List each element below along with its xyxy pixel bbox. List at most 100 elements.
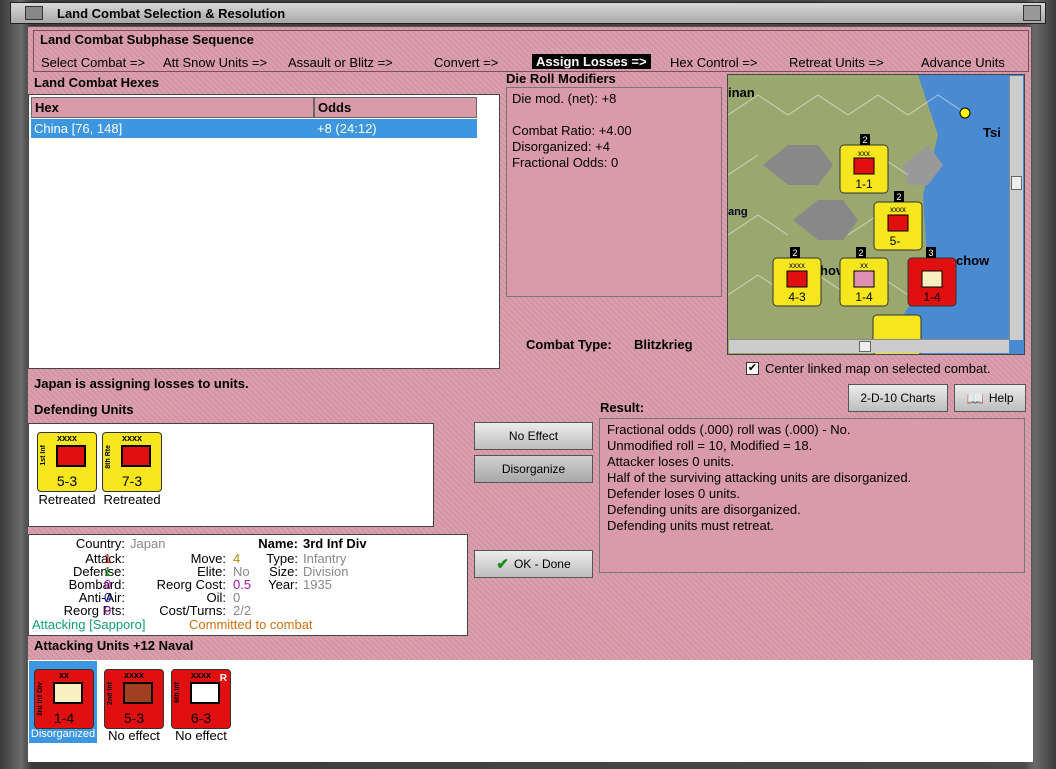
info-value: 0 bbox=[104, 603, 112, 618]
svg-text:1-4: 1-4 bbox=[855, 290, 873, 304]
defending-units-panel: 1st Inf xxxx 5-3 Retreated 8th Rte xxxx … bbox=[28, 423, 434, 527]
unit-status: Retreated bbox=[103, 492, 161, 507]
infantry-icon bbox=[121, 445, 151, 467]
disorganize-button[interactable]: Disorganize bbox=[474, 455, 593, 483]
svg-text:2: 2 bbox=[896, 192, 901, 202]
svg-text:2: 2 bbox=[858, 248, 863, 258]
checkmark-icon: ✔ bbox=[496, 556, 509, 573]
map-vertical-scrollbar[interactable] bbox=[1009, 76, 1023, 340]
drm-line: Disorganized: +4 bbox=[512, 139, 610, 154]
svg-text:3: 3 bbox=[928, 248, 933, 258]
result-line: Attacker loses 0 units. bbox=[607, 454, 735, 469]
help-button[interactable]: 📖 Help bbox=[954, 384, 1026, 412]
svg-text:xx: xx bbox=[860, 261, 868, 270]
unit-status: Disorganized bbox=[30, 728, 96, 740]
svg-text:xxx: xxx bbox=[858, 149, 870, 158]
svg-text:2: 2 bbox=[862, 135, 867, 145]
attacking-status: Attacking [Sapporo] bbox=[32, 617, 146, 632]
step-hex-control: Hex Control => bbox=[670, 55, 758, 70]
step-assign-losses: Assign Losses => bbox=[532, 54, 651, 69]
svg-text:xxxx: xxxx bbox=[789, 261, 805, 270]
attacking-unit-counter[interactable]: 6th Inf xxxx R 6-3 bbox=[171, 669, 231, 729]
combat-type-label: Combat Type: bbox=[526, 337, 612, 352]
info-value: 3rd Inf Div bbox=[303, 536, 367, 551]
info-label: Cost/Turns: bbox=[159, 603, 226, 618]
committed-status: Committed to combat bbox=[189, 617, 313, 632]
svg-text:5-: 5- bbox=[890, 234, 901, 248]
column-header-odds[interactable]: Odds bbox=[314, 97, 477, 118]
step-assault-or-blitz: Assault or Blitz => bbox=[288, 55, 393, 70]
infantry-icon bbox=[123, 682, 153, 704]
charts-button[interactable]: 2-D-10 Charts bbox=[848, 384, 948, 412]
result-line: Defending units are disorganized. bbox=[607, 502, 801, 517]
attacking-label: Attacking Units +12 Naval bbox=[34, 638, 194, 653]
info-value: 1935 bbox=[303, 577, 332, 592]
step-select-combat: Select Combat => bbox=[41, 55, 146, 70]
info-label: Name: bbox=[258, 536, 298, 551]
info-value: 2/2 bbox=[233, 603, 252, 618]
unit-info-panel: Country: Japan Attack: 1 Defense: 1 Bomb… bbox=[28, 534, 468, 636]
ok-done-button[interactable]: ✔ OK - Done bbox=[474, 550, 593, 578]
infantry-icon bbox=[53, 682, 83, 704]
svg-text:1-1: 1-1 bbox=[855, 177, 873, 191]
attacking-units-panel: 3rd Inf Div xx 1-4 Disorganized 2nd Inf … bbox=[28, 660, 1033, 762]
map-label: Tsi bbox=[983, 125, 1001, 140]
attacking-unit-counter[interactable]: 2nd Inf xxxx 5-3 bbox=[104, 669, 164, 729]
window-menu-icon[interactable] bbox=[25, 6, 43, 20]
map-canvas: inan Tsi ang chow hov xxx 1-1 2 xxxx 5- … bbox=[728, 75, 1024, 354]
result-line: Defender loses 0 units. bbox=[607, 486, 740, 501]
title-bar: Land Combat Selection & Resolution bbox=[10, 2, 1046, 24]
window-control-button[interactable] bbox=[1023, 5, 1041, 21]
book-icon: 📖 bbox=[966, 389, 984, 406]
table-row[interactable]: China [76, 148] +8 (24:12) bbox=[31, 119, 477, 138]
drm-line: Die mod. (net): +8 bbox=[512, 91, 617, 106]
hex-cell: China [76, 148] bbox=[34, 121, 123, 136]
map-label: chow bbox=[956, 253, 990, 268]
status-message: Japan is assigning losses to units. bbox=[34, 376, 249, 391]
svg-text:4-3: 4-3 bbox=[788, 290, 806, 304]
subphase-label: Land Combat Subphase Sequence bbox=[40, 32, 254, 47]
map-label: inan bbox=[728, 85, 755, 100]
step-retreat-units: Retreat Units => bbox=[789, 55, 884, 70]
defending-unit-counter[interactable]: 8th Rte xxxx 7-3 bbox=[102, 432, 162, 492]
defending-label: Defending Units bbox=[34, 402, 134, 417]
result-panel: Fractional odds (.000) roll was (.000) -… bbox=[599, 418, 1025, 573]
step-att-snow-units: Att Snow Units => bbox=[163, 55, 268, 70]
result-label: Result: bbox=[600, 400, 645, 415]
combat-type-value: Blitzkrieg bbox=[634, 337, 693, 352]
center-linked-checkbox[interactable]: ✔ bbox=[746, 362, 759, 375]
drm-label: Die Roll Modifiers bbox=[506, 71, 616, 86]
info-label: Year: bbox=[268, 577, 298, 592]
scroll-thumb[interactable] bbox=[1011, 176, 1022, 190]
reserve-marker: R bbox=[219, 673, 227, 684]
center-linked-label: Center linked map on selected combat. bbox=[765, 361, 991, 376]
svg-text:2: 2 bbox=[792, 248, 797, 258]
window-title: Land Combat Selection & Resolution bbox=[57, 5, 286, 21]
column-header-hex[interactable]: Hex bbox=[31, 97, 314, 118]
main-panel: Land Combat Subphase Sequence Select Com… bbox=[27, 26, 1033, 762]
result-line: Unmodified roll = 10, Modified = 18. bbox=[607, 438, 813, 453]
result-line: Half of the surviving attacking units ar… bbox=[607, 470, 912, 485]
attacking-unit-counter[interactable]: 3rd Inf Div xx 1-4 bbox=[34, 669, 94, 729]
infantry-icon bbox=[56, 445, 86, 467]
drm-line: Combat Ratio: +4.00 bbox=[512, 123, 632, 138]
odds-cell: +8 (24:12) bbox=[317, 121, 377, 136]
hexes-label: Land Combat Hexes bbox=[34, 75, 159, 90]
result-line: Defending units must retreat. bbox=[607, 518, 774, 533]
linked-map[interactable]: inan Tsi ang chow hov xxx 1-1 2 xxxx 5- … bbox=[727, 74, 1025, 355]
subphase-sequence: Land Combat Subphase Sequence Select Com… bbox=[33, 30, 1029, 72]
svg-text:xxxx: xxxx bbox=[890, 205, 906, 214]
hexes-table: Hex Odds China [76, 148] +8 (24:12) bbox=[28, 94, 500, 369]
step-convert: Convert => bbox=[434, 55, 499, 70]
drm-line: Fractional Odds: 0 bbox=[512, 155, 619, 170]
svg-text:1-4: 1-4 bbox=[923, 290, 941, 304]
no-effect-button[interactable]: No Effect bbox=[474, 422, 593, 450]
scroll-thumb[interactable] bbox=[859, 341, 871, 352]
unit-status: No effect bbox=[175, 728, 227, 743]
map-horizontal-scrollbar[interactable] bbox=[729, 339, 1009, 353]
defending-unit-counter[interactable]: 1st Inf xxxx 5-3 bbox=[37, 432, 97, 492]
info-label: Country: bbox=[75, 536, 125, 551]
drm-panel: Die mod. (net): +8 Combat Ratio: +4.00 D… bbox=[506, 87, 722, 297]
result-line: Fractional odds (.000) roll was (.000) -… bbox=[607, 422, 851, 437]
infantry-icon bbox=[190, 682, 220, 704]
